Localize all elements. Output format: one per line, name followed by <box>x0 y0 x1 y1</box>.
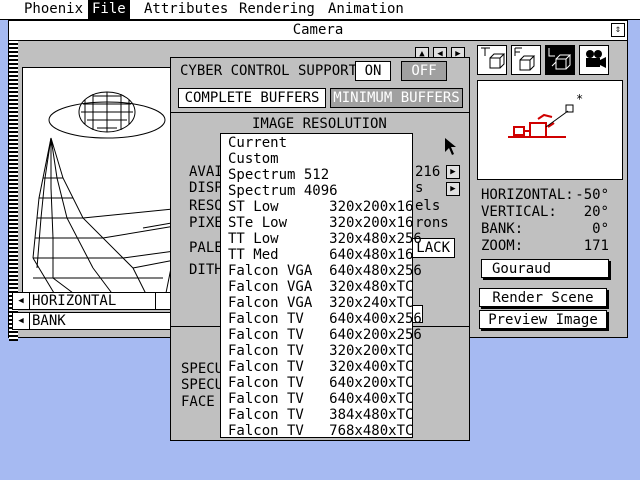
popup-item[interactable]: Current <box>228 135 408 151</box>
slider-left-icon[interactable]: ◀ <box>13 293 30 309</box>
dialog-divider <box>171 112 469 113</box>
available-value-partial: 216 <box>415 164 441 180</box>
camera-free-tool-icon[interactable] <box>511 45 541 75</box>
menu-file[interactable]: File <box>88 0 130 19</box>
face-label-partial: FACE <box>181 394 215 410</box>
menu-bar: Phoenix File Attributes Rendering Animat… <box>0 0 640 20</box>
popup-item[interactable]: Falcon TV 320x400xTC <box>228 359 413 375</box>
preview-camera-diagram: * <box>508 92 583 138</box>
popup-item[interactable]: Spectrum 512 <box>228 167 408 183</box>
available-label-partial: AVAI <box>189 164 223 180</box>
camera-preview[interactable]: * <box>477 80 623 180</box>
slider-left-icon[interactable]: ◀ <box>13 313 30 329</box>
cyber-off-button[interactable]: OFF <box>401 61 447 81</box>
zoom-value: 171 <box>583 238 609 254</box>
popup-item[interactable]: Spectrum 4096 <box>228 183 408 199</box>
complete-buffers-button[interactable]: COMPLETE BUFFERS <box>178 88 326 108</box>
popup-item[interactable]: TT Med 640x480x16 <box>228 247 413 263</box>
cyber-on-button[interactable]: ON <box>355 61 391 81</box>
popup-item[interactable]: Falcon TV 640x400x256 <box>228 311 422 327</box>
zoom-label: ZOOM: <box>481 238 524 254</box>
horizontal-readout: HORIZONTAL: -50° <box>481 187 609 204</box>
popup-item[interactable]: ST Low 320x200x16 <box>228 199 413 215</box>
menu-attributes[interactable]: Attributes <box>140 0 232 19</box>
vertical-label: VERTICAL: <box>481 204 557 220</box>
image-resolution-label: IMAGE RESOLUTION <box>252 116 387 132</box>
resolution-value-partial: els <box>415 198 441 214</box>
resolution-popup-menu: Current Custom Spectrum 512 Spectrum 409… <box>220 133 422 439</box>
window-title-bar[interactable]: Camera ⇕ <box>9 21 627 41</box>
popup-item[interactable]: Falcon TV 320x200xTC <box>228 343 413 359</box>
menu-animation[interactable]: Animation <box>324 0 408 19</box>
popup-item[interactable]: STe Low 320x200x16 <box>228 215 413 231</box>
popup-item[interactable]: Falcon TV 640x400xTC <box>228 391 413 407</box>
stepper-right-icon[interactable]: ▶ <box>446 165 460 179</box>
menu-phoenix[interactable]: Phoenix <box>20 0 87 19</box>
light-marker-icon: * <box>576 92 583 106</box>
shading-mode-button[interactable]: Gouraud <box>481 259 609 278</box>
vertical-readout: VERTICAL: 20° <box>481 204 609 221</box>
dither-label-partial: DITH <box>189 262 223 278</box>
preview-image-button[interactable]: Preview Image <box>479 310 607 329</box>
bank-label: BANK: <box>481 221 524 237</box>
bank-value: 0° <box>592 221 609 237</box>
popup-item[interactable]: Falcon TV 640x200xTC <box>228 375 413 391</box>
minimum-buffers-button[interactable]: MINIMUM BUFFERS <box>330 88 463 108</box>
cyber-control-label: CYBER CONTROL SUPPORT <box>180 63 358 79</box>
window-title: Camera <box>292 22 344 38</box>
display-label-partial: DISP <box>189 180 223 196</box>
palette-label-partial: PALE <box>189 240 223 256</box>
horizontal-slider[interactable]: ◀ HORIZONTAL <box>12 292 192 310</box>
bank-slider[interactable]: ◀ BANK <box>12 312 172 330</box>
pixel-label-partial: PIXE <box>189 215 223 231</box>
light-tool-icon[interactable] <box>545 45 575 75</box>
resolution-label-partial: RESO <box>189 198 223 214</box>
popup-item[interactable]: Falcon VGA 320x240xTC <box>228 295 413 311</box>
popup-item[interactable]: Falcon TV 640x200x256 <box>228 327 422 343</box>
horizontal-slider-label: HORIZONTAL <box>32 293 117 309</box>
specular-label-partial: SPECU <box>181 361 224 377</box>
bank-slider-label: BANK <box>32 313 66 329</box>
popup-item[interactable]: Falcon TV 384x480xTC <box>228 407 413 423</box>
movie-camera-icon[interactable] <box>579 45 609 75</box>
display-value-partial: s <box>415 180 424 196</box>
vertical-value: 20° <box>583 204 609 220</box>
stepper-right-icon-2[interactable]: ▶ <box>446 182 460 196</box>
bank-readout: BANK: 0° <box>481 221 609 238</box>
render-scene-button[interactable]: Render Scene <box>479 288 607 307</box>
horizontal-label: HORIZONTAL: <box>481 187 574 203</box>
menu-rendering[interactable]: Rendering <box>235 0 319 19</box>
camera-target-tool-icon[interactable] <box>477 45 507 75</box>
zoom-readout: ZOOM: 171 <box>481 238 609 255</box>
popup-item[interactable]: Falcon VGA 320x480xTC <box>228 279 413 295</box>
popup-item[interactable]: TT Low 320x480x256 <box>228 231 422 247</box>
pixel-value-partial: rons <box>415 215 449 231</box>
fuller-icon[interactable]: ⇕ <box>611 23 625 37</box>
specular-label-partial-2: SPECU <box>181 377 224 393</box>
popup-item[interactable]: Falcon TV 768x480xTC <box>228 423 413 439</box>
horizontal-value: -50° <box>575 187 609 203</box>
popup-item[interactable]: Falcon VGA 640x480x256 <box>228 263 422 279</box>
popup-item[interactable]: Custom <box>228 151 408 167</box>
